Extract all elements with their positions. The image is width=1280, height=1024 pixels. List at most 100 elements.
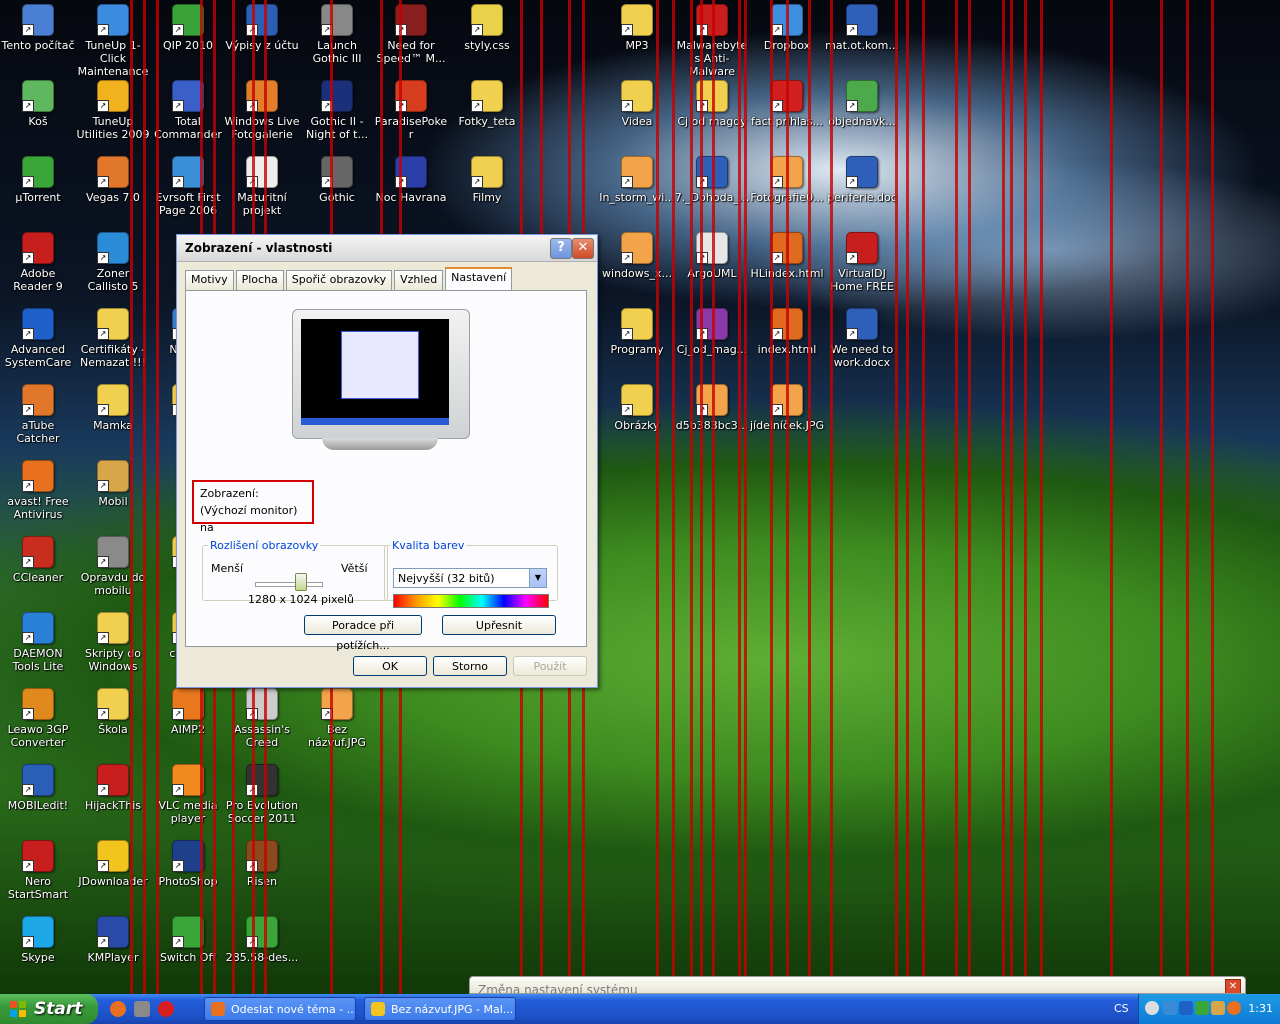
close-icon[interactable]: ✕: [1225, 979, 1241, 993]
utorrent-icon[interactable]: [1195, 1001, 1209, 1015]
ok-button[interactable]: OK: [353, 656, 427, 676]
desktop-icon[interactable]: ↗ KMPlayer: [75, 916, 151, 964]
desktop-icon[interactable]: ↗ Evrsoft First Page 2006: [150, 156, 226, 217]
desktop-icon[interactable]: ↗ 285.58-des...: [224, 916, 300, 964]
desktop-icon[interactable]: ↗ Assassin's Creed: [224, 688, 300, 749]
desktop-icon[interactable]: ↗ Fotky_teta: [449, 80, 525, 128]
desktop-icon[interactable]: ↗ avast! Free Antivirus: [0, 460, 76, 521]
desktop-icon[interactable]: ↗ Gothic: [299, 156, 375, 204]
start-button[interactable]: Start: [0, 994, 98, 1024]
desktop-icon[interactable]: ↗ We need to work.docx: [824, 308, 900, 369]
desktop-icon[interactable]: ↗ Leawo 3GP Converter: [0, 688, 76, 749]
troubleshoot-button[interactable]: Poradce při potížích...: [304, 615, 422, 652]
system-notification[interactable]: Změna nastavení systému ✕: [469, 976, 1246, 994]
desktop-icon[interactable]: ↗ TuneUp 1-Click Maintenance: [75, 4, 151, 78]
close-button[interactable]: ✕: [572, 238, 594, 259]
desktop-icon[interactable]: ↗ Videa: [599, 80, 675, 128]
desktop-icon[interactable]: ↗ Mamka: [75, 384, 151, 432]
advanced-button[interactable]: Upřesnit: [442, 615, 556, 635]
shield-icon[interactable]: [134, 1001, 150, 1017]
desktop-icon[interactable]: ↗ TuneUp Utilities 2009: [75, 80, 151, 141]
desktop-icon[interactable]: ↗ MOBILedit!: [0, 764, 76, 812]
desktop-icon[interactable]: ↗ In_storm_wi...: [599, 156, 675, 204]
desktop-icon[interactable]: ↗ index.html: [749, 308, 825, 356]
firefox-icon[interactable]: [110, 1001, 126, 1017]
cancel-button[interactable]: Storno: [433, 656, 507, 676]
tray-app-icon[interactable]: [1211, 1001, 1225, 1015]
desktop-icon[interactable]: ↗ Cj od magdy: [674, 80, 750, 128]
desktop-icon[interactable]: ↗ Certifikáty - Nemazat !!!: [75, 308, 151, 369]
desktop-icon[interactable]: ↗ VirtualDJ Home FREE: [824, 232, 900, 293]
desktop-icon[interactable]: ↗ Obrázky: [599, 384, 675, 432]
desktop-icon[interactable]: ↗ Noc Havrana: [373, 156, 449, 204]
tab-vzhled[interactable]: Vzhled: [394, 270, 444, 290]
desktop-icon[interactable]: ↗ Total Commander: [150, 80, 226, 141]
desktop-icon[interactable]: ↗ Adobe Reader 9: [0, 232, 76, 293]
desktop-icon[interactable]: ↗ Pro Evolution Soccer 2011: [224, 764, 300, 825]
desktop-icon[interactable]: ↗ JDownloader: [75, 840, 151, 888]
desktop-icon[interactable]: ↗ Výpisy z účtu: [224, 4, 300, 52]
desktop-icon[interactable]: ↗ Cj_od_mag...: [674, 308, 750, 356]
desktop-icon[interactable]: ↗ d5b383bc3...: [674, 384, 750, 432]
desktop-icon[interactable]: ↗ Malwarebytes Anti-Malware: [674, 4, 750, 78]
chevron-left-icon[interactable]: [1145, 1001, 1159, 1015]
desktop-icon[interactable]: ↗ Filmy: [449, 156, 525, 204]
desktop-icon[interactable]: ↗ periferie.doc: [824, 156, 900, 204]
apply-button[interactable]: Použít: [513, 656, 587, 676]
chevron-down-icon[interactable]: ▼: [529, 569, 546, 587]
desktop-icon[interactable]: ↗ styly.css: [449, 4, 525, 52]
desktop-icon[interactable]: ↗ Nero StartSmart: [0, 840, 76, 901]
desktop-icon[interactable]: ↗ Opravdu do mobilu: [75, 536, 151, 597]
desktop-icon[interactable]: ↗ DAEMON Tools Lite: [0, 612, 76, 673]
tab-sporic-obrazovky[interactable]: Spořič obrazovky: [285, 270, 393, 290]
desktop-icon[interactable]: ↗ AIMP2: [150, 688, 226, 736]
desktop-icon[interactable]: ↗ CCleaner: [0, 536, 76, 584]
desktop-icon[interactable]: ↗ Windows Live Fotogalerie: [224, 80, 300, 141]
desktop-icon[interactable]: ↗ windows_x...: [599, 232, 675, 280]
resolution-slider-track[interactable]: [255, 582, 323, 587]
desktop-icon[interactable]: ↗ MP3: [599, 4, 675, 52]
resolution-slider-thumb[interactable]: [295, 573, 307, 591]
desktop-icon[interactable]: ↗ 7._Dohoda_...: [674, 156, 750, 204]
network-icon[interactable]: [1163, 1001, 1177, 1015]
desktop-icon[interactable]: ↗ Skripty do Windows: [75, 612, 151, 673]
desktop-icon[interactable]: ↗ Launch Gothic III: [299, 4, 375, 65]
desktop-icon[interactable]: ↗ Skype: [0, 916, 76, 964]
dialog-titlebar[interactable]: Zobrazení - vlastnosti ? ✕: [177, 235, 597, 262]
desktop-icon[interactable]: ↗ Tento počítač: [0, 4, 76, 52]
desktop-icon[interactable]: ↗ HijackThis: [75, 764, 151, 812]
desktop-icon[interactable]: ↗ Need for Speed™ M...: [373, 4, 449, 65]
desktop-icon[interactable]: ↗ Programy: [599, 308, 675, 356]
desktop-icon[interactable]: ↗ mat.ot.kom...: [824, 4, 900, 52]
tab-nastaveni[interactable]: Nastavení: [445, 267, 513, 291]
desktop-icon[interactable]: ↗ objednavk...: [824, 80, 900, 128]
desktop-icon[interactable]: ↗ Dropbox: [749, 4, 825, 52]
desktop-icon[interactable]: ↗ Risen: [224, 840, 300, 888]
desktop-icon[interactable]: ↗ HLindex.html: [749, 232, 825, 280]
desktop-icon[interactable]: ↗ ArgoUML: [674, 232, 750, 280]
desktop-icon[interactable]: ↗ fact prihlas...: [749, 80, 825, 128]
desktop-icon[interactable]: ↗ Škola: [75, 688, 151, 736]
color-quality-select[interactable]: Nejvyšší (32 bitů) ▼: [393, 568, 547, 588]
desktop-icon[interactable]: ↗ Mobil: [75, 460, 151, 508]
desktop-icon[interactable]: ↗ PhotoShop: [150, 840, 226, 888]
desktop-icon[interactable]: ↗ Bez názvuf.JPG: [299, 688, 375, 749]
language-indicator[interactable]: CS: [1114, 1002, 1129, 1015]
desktop-icon[interactable]: ↗ Gothic II - Night of t...: [299, 80, 375, 141]
desktop-icon[interactable]: ↗ Maturitní projekt: [224, 156, 300, 217]
desktop-icon[interactable]: ↗ µTorrent: [0, 156, 76, 204]
desktop-icon[interactable]: ↗ Fotografie0...: [749, 156, 825, 204]
desktop-icon[interactable]: ↗ Koš: [0, 80, 76, 128]
desktop-icon[interactable]: ↗ VLC media player: [150, 764, 226, 825]
desktop-icon[interactable]: ↗ Zoner Callisto 5: [75, 232, 151, 293]
help-button[interactable]: ?: [550, 238, 572, 259]
avast-icon[interactable]: [1227, 1001, 1241, 1015]
desktop-icon[interactable]: ↗ jídelníček.JPG: [749, 384, 825, 432]
taskbar-item-browser[interactable]: Odeslat nové téma - ...: [204, 997, 356, 1021]
desktop-icon[interactable]: ↗ ParadisePoker: [373, 80, 449, 141]
desktop-icon[interactable]: ↗ QIP 2010: [150, 4, 226, 52]
tab-plocha[interactable]: Plocha: [235, 270, 284, 290]
desktop-icon[interactable]: ↗ Switch Off: [150, 916, 226, 964]
desktop-icon[interactable]: ↗ Advanced SystemCare: [0, 308, 76, 369]
tab-motivy[interactable]: Motivy: [185, 270, 234, 290]
